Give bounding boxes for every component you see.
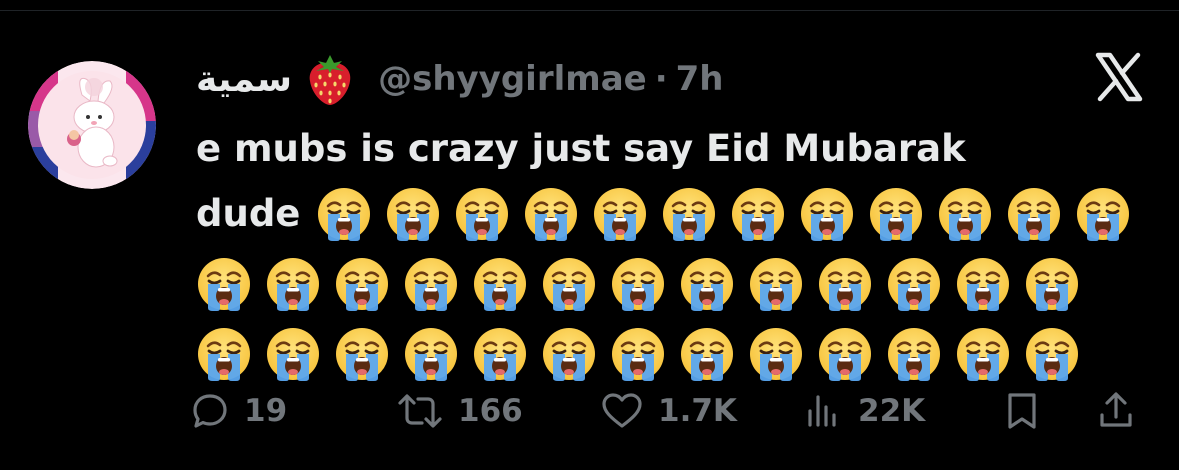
- loudly-crying-face-icon: [265, 256, 321, 312]
- avatar[interactable]: [28, 61, 156, 189]
- loudly-crying-face-icon: [472, 256, 528, 312]
- loudly-crying-face-icon: [610, 326, 666, 382]
- loudly-crying-face-icon: [679, 256, 735, 312]
- heart-icon: [602, 393, 642, 428]
- loudly-crying-face-icon: [592, 186, 648, 242]
- loudly-crying-face-icon: [886, 256, 942, 312]
- loudly-crying-face-icon: [868, 186, 924, 242]
- reply-icon: [193, 394, 227, 428]
- loudly-crying-face-icon: [799, 186, 855, 242]
- loudly-crying-face-icon: [334, 256, 390, 312]
- loudly-crying-face-icon: [886, 326, 942, 382]
- loudly-crying-face-icon: [1024, 326, 1080, 382]
- strawberry-icon: [306, 51, 354, 107]
- loudly-crying-face-icon: [523, 186, 579, 242]
- views-count: 22K: [858, 393, 926, 429]
- loudly-crying-face-icon: [316, 186, 372, 242]
- tweet-card[interactable]: سمية @shyygirlmae · 7h e mubs is crazy j…: [0, 10, 1179, 461]
- views-button[interactable]: 22K: [804, 391, 925, 431]
- loudly-crying-face-icon: [937, 186, 993, 242]
- loudly-crying-face-icon: [1075, 186, 1131, 242]
- tweet-emoji-row: [196, 249, 1156, 319]
- x-logo-icon: [1093, 51, 1145, 103]
- loudly-crying-face-icon: [472, 326, 528, 382]
- retweet-button[interactable]: 166: [396, 391, 523, 431]
- bookmark-button[interactable]: [1002, 389, 1042, 433]
- share-icon: [1100, 392, 1132, 427]
- loudly-crying-face-icon: [748, 326, 804, 382]
- loudly-crying-face-icon: [196, 326, 252, 382]
- loudly-crying-face-icon: [385, 186, 441, 242]
- loudly-crying-face-icon: [541, 326, 597, 382]
- loudly-crying-face-icon: [541, 256, 597, 312]
- tweet-emoji-row: [196, 319, 1156, 389]
- display-name[interactable]: سمية: [196, 59, 292, 100]
- tweet-emoji-row: dude: [196, 179, 1156, 249]
- loudly-crying-face-icon: [730, 186, 786, 242]
- share-button[interactable]: [1094, 389, 1138, 433]
- timestamp[interactable]: 7h: [676, 59, 724, 99]
- tweet-text: e mubs is crazy just say Eid Mubarak dud…: [196, 119, 1156, 389]
- loudly-crying-face-icon: [748, 256, 804, 312]
- author-row: سمية @shyygirlmae · 7h: [196, 51, 724, 107]
- loudly-crying-face-icon: [610, 256, 666, 312]
- loudly-crying-face-icon: [1006, 186, 1062, 242]
- loudly-crying-face-icon: [196, 256, 252, 312]
- loudly-crying-face-icon: [661, 186, 717, 242]
- bookmark-icon: [1008, 393, 1036, 429]
- tweet-text-word: dude: [196, 192, 301, 235]
- loudly-crying-face-icon: [403, 256, 459, 312]
- loudly-crying-face-icon: [265, 326, 321, 382]
- reply-button[interactable]: 19: [190, 391, 287, 431]
- action-bar: 19 166 1.7K 22K: [190, 383, 1150, 439]
- loudly-crying-face-icon: [334, 326, 390, 382]
- loudly-crying-face-icon: [817, 326, 873, 382]
- loudly-crying-face-icon: [817, 256, 873, 312]
- loudly-crying-face-icon: [1024, 256, 1080, 312]
- tweet-text-line: e mubs is crazy just say Eid Mubarak: [196, 127, 966, 170]
- like-count: 1.7K: [658, 393, 737, 429]
- retweet-icon: [398, 394, 442, 428]
- loudly-crying-face-icon: [955, 256, 1011, 312]
- retweet-count: 166: [458, 393, 523, 429]
- like-button[interactable]: 1.7K: [600, 391, 737, 431]
- user-handle[interactable]: @shyygirlmae: [378, 59, 647, 99]
- reply-count: 19: [244, 393, 288, 429]
- loudly-crying-face-icon: [679, 326, 735, 382]
- analytics-icon: [808, 395, 836, 427]
- loudly-crying-face-icon: [403, 326, 459, 382]
- loudly-crying-face-icon: [955, 326, 1011, 382]
- separator-dot: ·: [654, 59, 668, 99]
- loudly-crying-face-icon: [454, 186, 510, 242]
